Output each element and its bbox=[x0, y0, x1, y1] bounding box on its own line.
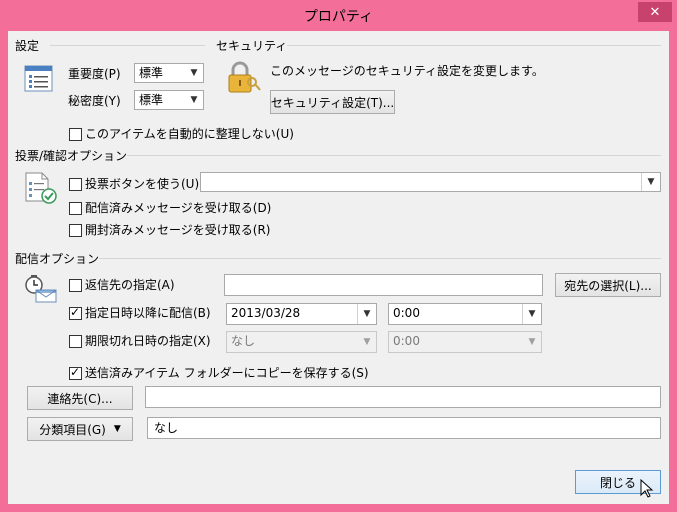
delay-delivery-label: 指定日時以降に配信(B) bbox=[85, 306, 211, 320]
delivery-receipt-label: 配信済みメッセージを受け取る(D) bbox=[85, 201, 272, 215]
importance-label: 重要度(P) bbox=[68, 67, 121, 81]
read-receipt-label: 開封済みメッセージを受け取る(R) bbox=[85, 223, 271, 237]
select-names-button[interactable]: 宛先の選択(L)... bbox=[555, 273, 661, 297]
chevron-down-icon: ▼ bbox=[185, 91, 203, 109]
importance-value: 標準 bbox=[139, 66, 164, 80]
delay-time-value: 0:00 bbox=[393, 306, 420, 320]
security-settings-button[interactable]: セキュリティ設定(T)... bbox=[270, 90, 395, 114]
expire-time-value: 0:00 bbox=[393, 334, 420, 348]
chevron-down-icon: ▼ bbox=[641, 173, 660, 191]
save-copy-label: 送信済みアイテム フォルダーにコピーを保存する(S) bbox=[85, 366, 369, 380]
expire-label: 期限切れ日時の指定(X) bbox=[85, 334, 211, 348]
importance-select[interactable]: 標準 ▼ bbox=[134, 63, 204, 83]
voting-divider bbox=[116, 155, 661, 156]
voting-section-label: 投票/確認オプション bbox=[15, 149, 128, 163]
security-divider bbox=[278, 45, 661, 46]
properties-window: プロパティ ✕ 設定 重要度(P) 標準 ▼ 秘密度(Y) 標準 ▼ このアイテ… bbox=[0, 0, 677, 512]
save-copy-checkbox[interactable] bbox=[69, 365, 82, 380]
chevron-down-icon: ▼ bbox=[522, 304, 541, 324]
expire-checkbox[interactable] bbox=[69, 335, 82, 348]
delay-delivery-checkbox[interactable] bbox=[69, 305, 82, 320]
categories-value: なし bbox=[154, 421, 179, 435]
voting-buttons-select[interactable]: ▼ bbox=[200, 172, 661, 192]
chevron-down-icon: ▼ bbox=[185, 64, 203, 82]
settings-list-icon bbox=[24, 65, 53, 92]
voting-checklist-icon bbox=[25, 172, 57, 204]
reply-to-label: 返信先の指定(A) bbox=[85, 278, 175, 292]
autoarchive-label: このアイテムを自動的に整理しない(U) bbox=[85, 127, 294, 141]
chevron-down-icon: ▼ bbox=[523, 332, 541, 352]
delivery-receipt-checkbox[interactable] bbox=[69, 202, 82, 215]
voting-buttons-label: 投票ボタンを使う(U) bbox=[85, 177, 200, 191]
delay-date-picker[interactable]: 2013/03/28 ▼ bbox=[226, 303, 377, 325]
security-section-label: セキュリティ bbox=[216, 39, 288, 53]
contacts-button[interactable]: 連絡先(C)... bbox=[27, 386, 133, 410]
chevron-down-icon: ▼ bbox=[357, 304, 376, 324]
sensitivity-value: 標準 bbox=[139, 93, 164, 107]
lock-key-icon bbox=[228, 61, 261, 93]
delivery-section-label: 配信オプション bbox=[15, 252, 100, 266]
expire-date-value: なし bbox=[231, 334, 256, 348]
sensitivity-label: 秘密度(Y) bbox=[68, 94, 121, 108]
expire-date-picker[interactable]: なし ▼ bbox=[226, 331, 377, 353]
reply-to-checkbox[interactable] bbox=[69, 279, 82, 292]
title-bar[interactable]: プロパティ ✕ bbox=[0, 0, 677, 31]
mouse-cursor-icon bbox=[640, 479, 654, 498]
close-window-button[interactable]: ✕ bbox=[638, 2, 672, 22]
expire-time-select[interactable]: 0:00 ▼ bbox=[388, 331, 542, 353]
delivery-divider bbox=[88, 258, 661, 259]
settings-section-label: 設定 bbox=[15, 39, 40, 53]
delivery-clock-icon bbox=[25, 275, 57, 303]
read-receipt-checkbox[interactable] bbox=[69, 224, 82, 237]
categories-field: なし bbox=[147, 417, 661, 439]
delay-date-value: 2013/03/28 bbox=[231, 306, 301, 320]
chevron-down-icon: ▼ bbox=[113, 424, 121, 434]
delay-time-select[interactable]: 0:00 ▼ bbox=[388, 303, 542, 325]
categories-button[interactable]: 分類項目(G) ▼ bbox=[27, 417, 133, 441]
sensitivity-select[interactable]: 標準 ▼ bbox=[134, 90, 204, 110]
autoarchive-checkbox[interactable] bbox=[69, 128, 82, 141]
contacts-field[interactable] bbox=[145, 386, 661, 408]
settings-divider bbox=[50, 45, 205, 46]
voting-buttons-checkbox[interactable] bbox=[69, 178, 82, 191]
window-title: プロパティ bbox=[303, 9, 374, 25]
dialog-body: 設定 重要度(P) 標準 ▼ 秘密度(Y) 標準 ▼ このアイテムを自動的に整理… bbox=[8, 31, 669, 504]
chevron-down-icon: ▼ bbox=[358, 332, 376, 352]
categories-button-label: 分類項目(G) bbox=[39, 422, 106, 437]
reply-to-field[interactable] bbox=[224, 274, 543, 296]
security-description: このメッセージのセキュリティ設定を変更します。 bbox=[270, 64, 544, 78]
